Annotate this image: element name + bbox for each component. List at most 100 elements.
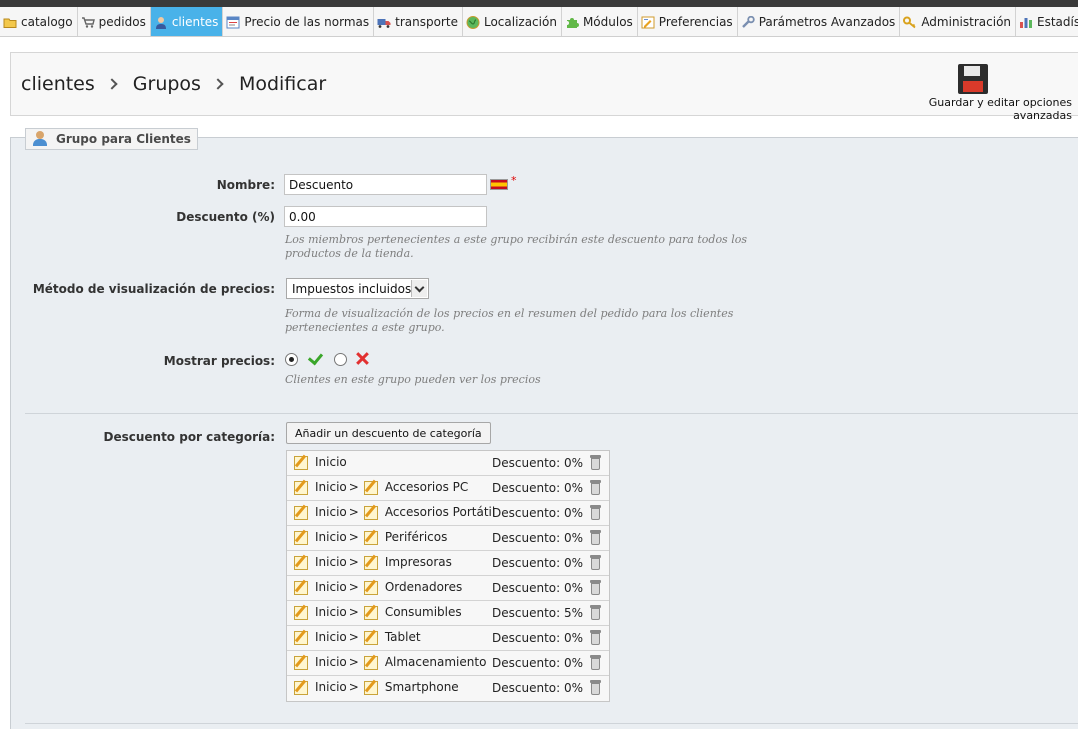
name-input[interactable] — [284, 174, 487, 195]
chevron-down-icon — [411, 280, 427, 297]
tab-clientes[interactable]: clientes — [150, 7, 224, 36]
edit-icon[interactable] — [294, 630, 308, 645]
legend-title: Grupo para Clientes — [56, 132, 191, 146]
price-display-label: Método de visualización de precios: — [32, 282, 275, 296]
path-separator: > — [348, 680, 359, 694]
edit-icon[interactable] — [294, 505, 308, 520]
show-prices-label: Mostrar precios: — [163, 354, 275, 368]
tab-localizacion[interactable]: Localización — [463, 7, 562, 36]
edit-icon[interactable] — [294, 580, 308, 595]
tab-pedidos[interactable]: pedidos — [78, 7, 151, 36]
category-name: Periféricos — [384, 530, 448, 544]
category-root: Inicio — [315, 530, 347, 544]
delete-icon[interactable] — [590, 630, 601, 645]
breadcrumb-modificar: Modificar — [238, 73, 327, 95]
cross-icon — [356, 352, 370, 366]
add-category-discount-button[interactable]: Añadir un descuento de categoría — [286, 422, 491, 444]
tab-modulos[interactable]: Módulos — [562, 7, 638, 36]
stats-icon — [1019, 16, 1033, 29]
edit-icon[interactable] — [363, 555, 378, 570]
breadcrumb-clientes[interactable]: clientes — [21, 73, 95, 95]
discount-label: Descuento (%) — [176, 210, 275, 224]
path-separator: > — [348, 480, 359, 494]
show-prices-yes-radio[interactable] — [285, 353, 298, 366]
delete-icon[interactable] — [590, 605, 601, 620]
category-discount-value: Descuento: 0% — [492, 506, 584, 520]
panel-legend: Grupo para Clientes — [25, 128, 198, 150]
category-discount-value: Descuento: 0% — [492, 556, 584, 570]
path-separator: > — [348, 580, 359, 594]
chevron-right-icon — [212, 78, 224, 90]
category-discount-value: Descuento: 0% — [492, 656, 584, 670]
tab-transporte[interactable]: transporte — [374, 7, 463, 36]
tab-label: Preferencias — [658, 15, 733, 29]
tab-label: transporte — [395, 15, 458, 29]
discount-input[interactable] — [284, 206, 487, 227]
edit-icon[interactable] — [363, 605, 378, 620]
wrench-icon — [741, 15, 755, 29]
category-name: Smartphone — [384, 680, 459, 694]
category-name: Ordenadores — [384, 580, 463, 594]
category-root: Inicio — [315, 480, 347, 494]
tab-preferencias[interactable]: Preferencias — [638, 7, 738, 36]
check-icon — [308, 351, 322, 365]
edit-icon[interactable] — [363, 655, 378, 670]
cart-icon — [81, 16, 95, 29]
tab-administracion[interactable]: Administración — [900, 7, 1017, 36]
key-icon — [903, 16, 917, 29]
price-display-hint: Forma de visualización de los precios en… — [285, 307, 734, 334]
name-label: Nombre: — [216, 178, 275, 192]
spain-flag-icon[interactable] — [490, 179, 508, 190]
path-separator: > — [348, 505, 359, 519]
tab-label: Precio de las normas — [244, 15, 370, 29]
tab-catalogo[interactable]: catalogo — [0, 7, 78, 36]
delete-icon[interactable] — [590, 455, 601, 470]
edit-icon[interactable] — [294, 605, 308, 620]
category-root: Inicio — [315, 680, 347, 694]
edit-icon[interactable] — [363, 505, 378, 520]
category-root: Inicio — [315, 455, 347, 469]
edit-icon[interactable] — [294, 655, 308, 670]
edit-icon[interactable] — [363, 580, 378, 595]
delete-icon[interactable] — [590, 580, 601, 595]
edit-icon[interactable] — [363, 630, 378, 645]
delete-icon[interactable] — [590, 530, 601, 545]
show-prices-no-radio[interactable] — [334, 353, 347, 366]
edit-icon[interactable] — [294, 480, 308, 495]
group-form-panel: Grupo para Clientes Nombre: * Descuento … — [10, 128, 1078, 729]
category-row: Inicio > Smartphone Descuento: 0% — [287, 676, 609, 701]
delete-icon[interactable] — [590, 655, 601, 670]
category-row: Inicio > Periféricos Descuento: 0% — [287, 526, 609, 551]
category-discount-label: Descuento por categoría: — [103, 430, 275, 444]
category-discount-value: Descuento: 0% — [492, 631, 584, 645]
tab-parametros-avanzados[interactable]: Parámetros Avanzados — [738, 7, 901, 36]
delete-icon[interactable] — [590, 480, 601, 495]
edit-icon[interactable] — [363, 530, 378, 545]
delete-icon[interactable] — [590, 505, 601, 520]
category-name: Impresoras — [384, 555, 452, 569]
truck-icon — [377, 16, 391, 29]
edit-icon[interactable] — [294, 555, 308, 570]
tab-precio-normas[interactable]: Precio de las normas — [223, 7, 375, 36]
tab-label: Localización — [483, 15, 557, 29]
delete-icon[interactable] — [590, 555, 601, 570]
save-advanced-button[interactable]: Guardar y editar opciones avanzadas — [882, 63, 1072, 122]
category-discount-value: Descuento: 5% — [492, 606, 584, 620]
category-row: Inicio > Accesorios PC Descuento: 0% — [287, 476, 609, 501]
edit-icon[interactable] — [363, 480, 378, 495]
category-discount-value: Descuento: 0% — [492, 681, 584, 695]
required-asterisk: * — [511, 174, 517, 187]
edit-icon[interactable] — [294, 680, 308, 695]
breadcrumb-grupos[interactable]: Grupos — [133, 73, 201, 95]
edit-icon[interactable] — [294, 530, 308, 545]
discount-hint: Los miembros pertenecientes a este grupo… — [285, 233, 747, 260]
section-divider — [25, 413, 1078, 414]
price-rules-icon — [226, 16, 240, 29]
delete-icon[interactable] — [590, 680, 601, 695]
tab-estadisticas[interactable]: Estadístic — [1016, 7, 1078, 36]
edit-icon[interactable] — [294, 455, 308, 470]
price-display-select[interactable]: Impuestos incluidos — [286, 278, 429, 299]
price-display-value: Impuestos incluidos — [292, 282, 412, 296]
edit-icon[interactable] — [363, 680, 378, 695]
category-row: Inicio > Consumibles Descuento: 5% — [287, 601, 609, 626]
